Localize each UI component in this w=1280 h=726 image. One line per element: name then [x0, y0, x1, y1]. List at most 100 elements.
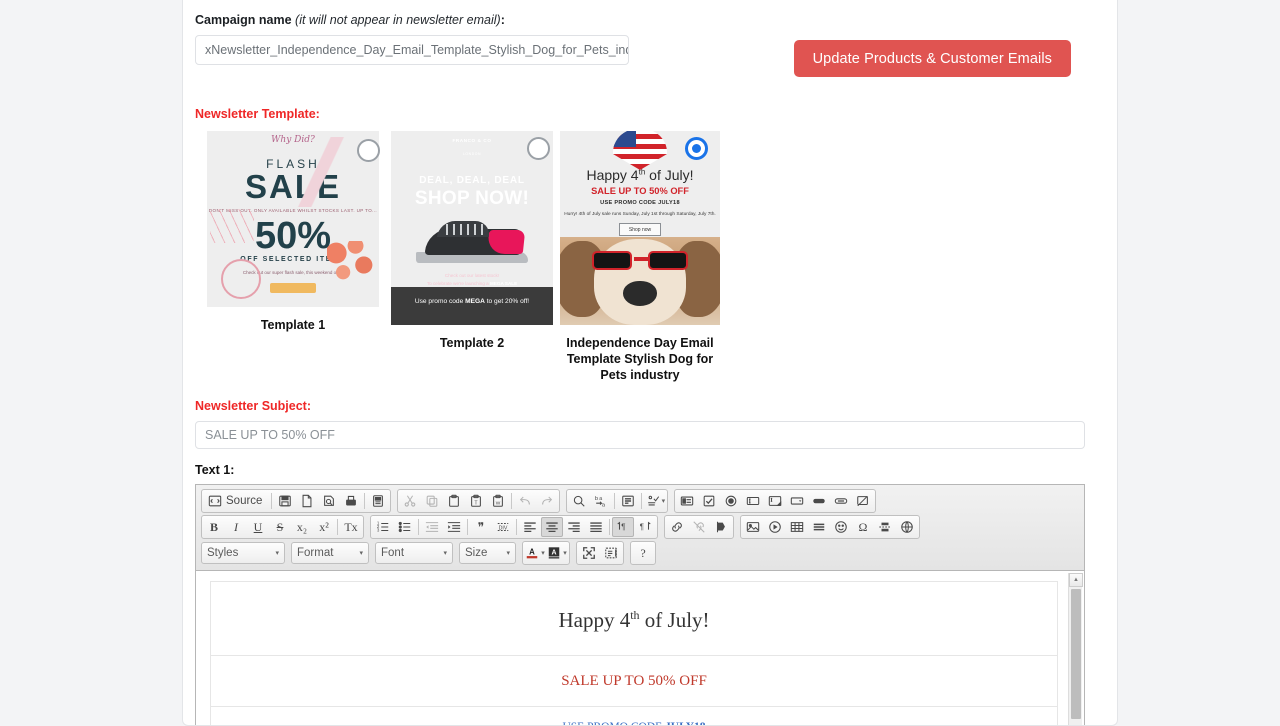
special-char-button[interactable]: Ω [852, 517, 874, 537]
template-option-1[interactable]: Why Did? FLASH SALE DON'T MISS OUT. ONLY… [207, 131, 380, 333]
newsletter-template-label: Newsletter Template: [195, 107, 320, 121]
chevron-down-icon: ▾ [563, 550, 567, 557]
rich-text-editor: Source T Wb a a ▾ B I U Sx₂ x² Tx 1 2 3 ❞ DIV ¶ ¶ Ω Styles… [195, 484, 1085, 725]
image-button-field-button[interactable] [830, 491, 852, 511]
update-products-customer-emails-button[interactable]: Update Products & Customer Emails [793, 40, 1071, 77]
selectfield-icon [790, 494, 804, 508]
spellcheck-button[interactable]: ▾ [644, 491, 666, 511]
hidden-field-button[interactable] [852, 491, 874, 511]
page-break-button[interactable] [874, 517, 896, 537]
numbered-list-button[interactable]: 123 [372, 517, 394, 537]
campaign-name-input[interactable]: xNewsletter_Independence_Day_Email_Templ… [195, 35, 629, 65]
showblocks-icon [604, 546, 618, 560]
toolbar-row-3: Styles ▾ Format ▾ Font ▾ Size ▾ A ▾ A ▾? [201, 541, 1081, 565]
format-dropdown[interactable]: Format ▾ [291, 542, 369, 564]
anchor-button[interactable] [710, 517, 732, 537]
align-center-button[interactable] [541, 517, 563, 537]
indent-button[interactable] [443, 517, 465, 537]
source-button[interactable]: Source [203, 491, 269, 511]
template-thumbnail-2[interactable]: FRANCO & CO LONDON DEAL, DEAL, DEAL SHOP… [391, 131, 553, 325]
table-button[interactable] [786, 517, 808, 537]
underline-button[interactable]: U [247, 517, 269, 537]
hiddenfield-icon [856, 494, 870, 508]
toolbar-separator [364, 493, 366, 509]
print-button[interactable] [340, 491, 362, 511]
iframe-button[interactable] [896, 517, 918, 537]
template-option-2[interactable]: FRANCO & CO LONDON DEAL, DEAL, DEAL SHOP… [391, 131, 553, 351]
pastetext-icon: T [469, 494, 483, 508]
smiley-button[interactable] [830, 517, 852, 537]
template-radio-2[interactable] [527, 137, 550, 160]
flash-button[interactable] [764, 517, 786, 537]
editor-scrollbar[interactable]: ▲ [1068, 573, 1083, 725]
link-button[interactable] [666, 517, 688, 537]
radio-button[interactable] [720, 491, 742, 511]
size-dropdown[interactable]: Size ▾ [459, 542, 516, 564]
template-thumbnail-3[interactable]: Happy 4th of July! SALE UP TO 50% OFF US… [560, 131, 720, 325]
svg-text:A: A [552, 549, 557, 556]
template-2-footer: Use promo code MEGA to get 20% off! [391, 287, 553, 325]
ltr-button[interactable]: ¶ [612, 517, 634, 537]
image-button[interactable] [742, 517, 764, 537]
subscript-button[interactable]: x₂ [291, 517, 313, 537]
bulleted-list-button[interactable] [394, 517, 416, 537]
scroll-up-icon[interactable]: ▲ [1069, 573, 1083, 587]
template-radio-3[interactable] [685, 137, 708, 160]
save-button[interactable] [274, 491, 296, 511]
text-field-button[interactable] [742, 491, 764, 511]
editor-content-area[interactable]: Happy 4th of July! SALE UP TO 50% OFF US… [196, 571, 1084, 725]
font-dropdown[interactable]: Font ▾ [375, 542, 453, 564]
italic-button[interactable]: I [225, 517, 247, 537]
horizontal-rule-button[interactable] [808, 517, 830, 537]
create-div-button[interactable]: DIV [492, 517, 514, 537]
select-field-button[interactable] [786, 491, 808, 511]
superscript-button[interactable]: x² [313, 517, 335, 537]
rtl-button[interactable]: ¶ [634, 517, 656, 537]
template-radio-1[interactable] [357, 139, 380, 162]
bold-button[interactable]: B [203, 517, 225, 537]
numlist-icon: 123 [376, 520, 390, 534]
paste-word-button[interactable]: W [487, 491, 509, 511]
newsletter-subject-input[interactable]: SALE UP TO 50% OFF [195, 421, 1085, 449]
ltr-icon: ¶ [616, 520, 630, 534]
about-button[interactable]: ? [632, 543, 654, 563]
template-thumbnail-1[interactable]: Why Did? FLASH SALE DON'T MISS OUT. ONLY… [207, 131, 379, 307]
align-justify-button[interactable] [585, 517, 607, 537]
bg-color-button[interactable]: A ▾ [546, 543, 568, 563]
checkbox-button[interactable] [698, 491, 720, 511]
preview-button[interactable] [318, 491, 340, 511]
imagebutton-icon [834, 494, 848, 508]
align-left-button[interactable] [519, 517, 541, 537]
textarea-button[interactable] [764, 491, 786, 511]
decor-ring [221, 259, 261, 299]
template-3-promo: USE PROMO CODE JULY18 [600, 200, 680, 206]
paste-button[interactable] [443, 491, 465, 511]
toolbar-row-1-group-2: TW [397, 489, 561, 513]
preview-icon [322, 494, 336, 508]
styles-dropdown[interactable]: Styles ▾ [201, 542, 285, 564]
toolbar-row-2-group-3 [664, 515, 734, 539]
radio-icon [724, 494, 738, 508]
svg-text:3: 3 [377, 528, 380, 533]
maximize-button[interactable] [578, 543, 600, 563]
find-button[interactable] [568, 491, 590, 511]
scrollbar-thumb[interactable] [1071, 589, 1081, 719]
align-right-button[interactable] [563, 517, 585, 537]
maximize-icon [582, 546, 596, 560]
template-1-cta [270, 283, 316, 293]
template-option-3[interactable]: Happy 4th of July! SALE UP TO 50% OFF US… [560, 131, 720, 383]
blockquote-button[interactable]: ❞ [470, 517, 492, 537]
text-color-button[interactable]: A ▾ [524, 543, 546, 563]
show-blocks-button[interactable] [600, 543, 622, 563]
strike-button[interactable]: S [269, 517, 291, 537]
paste-text-button[interactable]: T [465, 491, 487, 511]
new-page-button[interactable] [296, 491, 318, 511]
button-field-button[interactable] [808, 491, 830, 511]
replace-button[interactable]: baa [590, 491, 612, 511]
remove-format-button[interactable]: Tx [340, 517, 362, 537]
select-all-button[interactable] [617, 491, 639, 511]
template-gallery: Why Did? FLASH SALE DON'T MISS OUT. ONLY… [195, 131, 1107, 391]
templates-button[interactable] [367, 491, 389, 511]
image-icon [746, 520, 760, 534]
form-button[interactable] [676, 491, 698, 511]
